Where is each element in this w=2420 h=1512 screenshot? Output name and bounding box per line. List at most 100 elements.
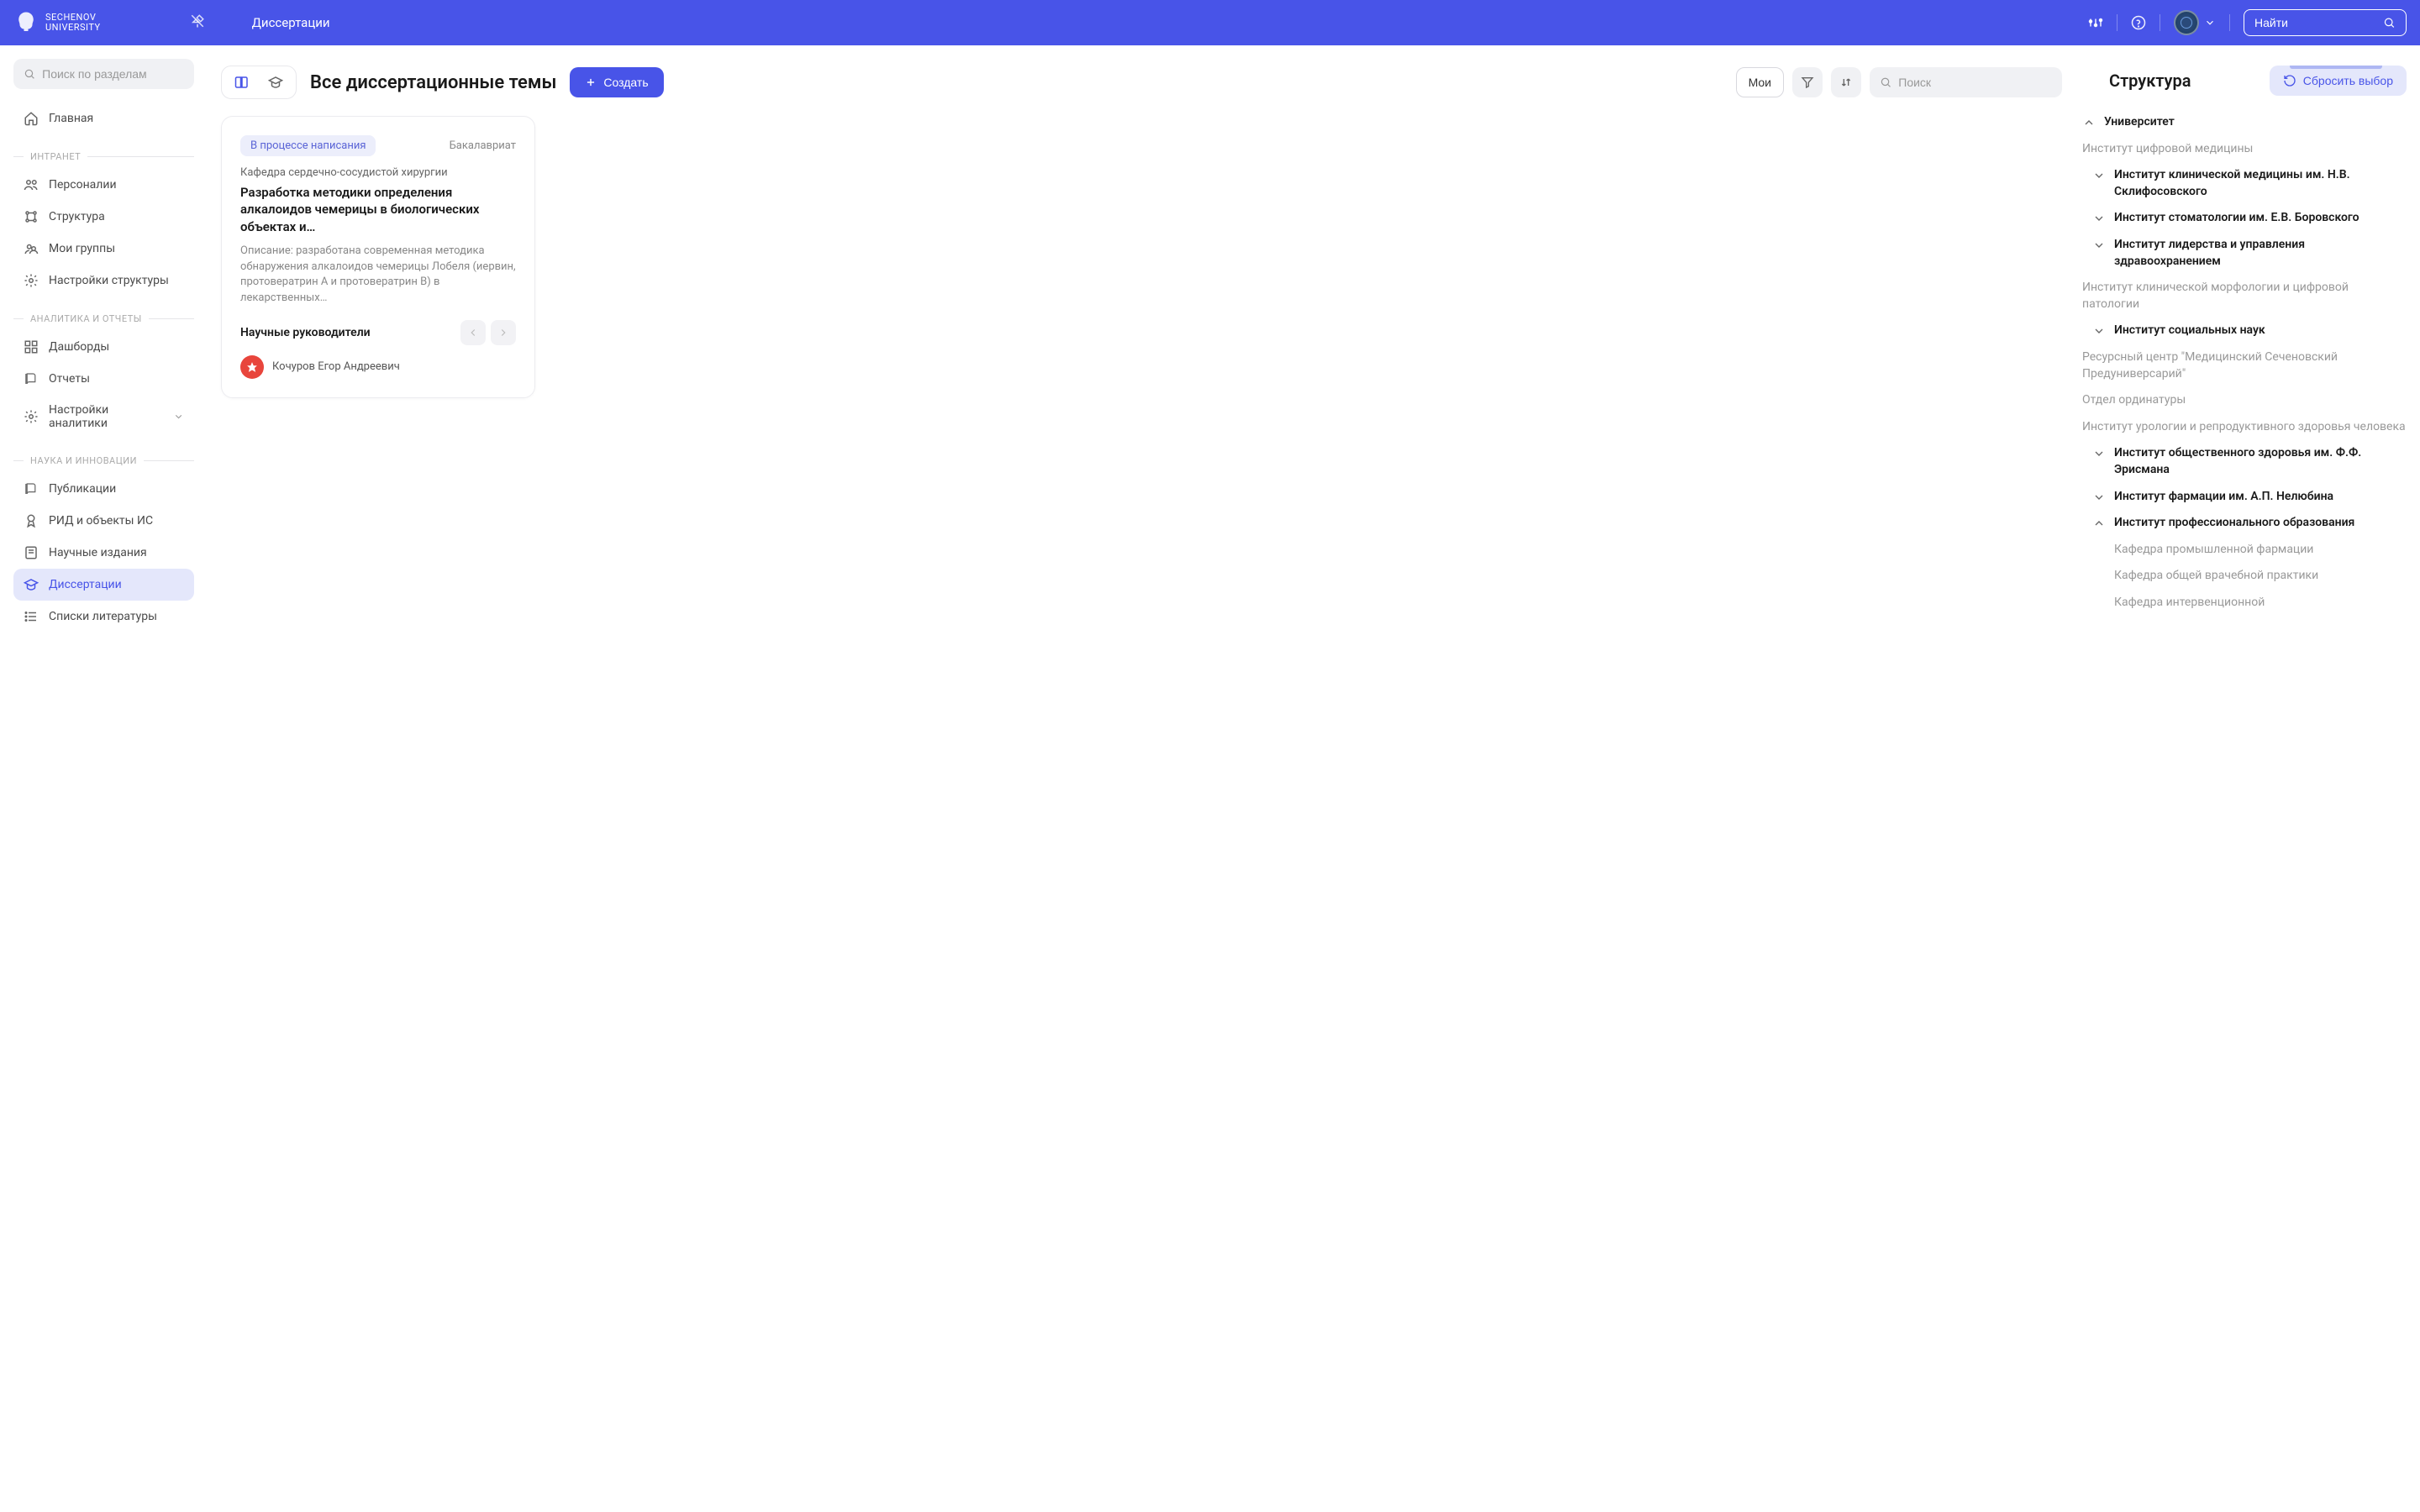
book-open-icon: [234, 75, 250, 90]
sidebar-item-списки-литературы[interactable]: Списки литературы: [13, 601, 194, 633]
tree-item[interactable]: Кафедра промышленной фармации: [2075, 537, 2407, 564]
sidebar-item-структура[interactable]: Структура: [13, 201, 194, 233]
tree-item[interactable]: Институт клинической медицины им. Н.В. С…: [2075, 162, 2407, 205]
tree-label: Институт общественного здоровья им. Ф.Ф.…: [2114, 445, 2407, 478]
tree-label: Институт профессионального образования: [2114, 515, 2354, 532]
sort-button[interactable]: [1831, 67, 1861, 97]
list-icon: [24, 609, 39, 624]
filter-button[interactable]: [1792, 67, 1823, 97]
home-icon: [24, 111, 39, 126]
sidebar-item-главная[interactable]: Главная: [13, 102, 194, 134]
sort-icon: [1839, 76, 1853, 89]
sidebar-item-мои-группы[interactable]: Мои группы: [13, 233, 194, 265]
tree-item[interactable]: Институт профессионального образования: [2075, 510, 2407, 537]
chevron-down-icon: [2204, 17, 2216, 29]
global-search[interactable]: [2244, 9, 2407, 36]
tree-item[interactable]: Институт стоматологии им. Е.В. Боровског…: [2075, 205, 2407, 232]
tree-item[interactable]: Институт цифровой медицины: [2075, 136, 2407, 163]
sidebar-item-label: Отчеты: [49, 372, 90, 386]
tree-item[interactable]: Институт урологии и репродуктивного здор…: [2075, 414, 2407, 441]
dashboard-icon: [24, 339, 39, 354]
header-title: Диссертации: [252, 15, 330, 30]
create-button[interactable]: Создать: [570, 67, 663, 97]
app-header: SECHENOV UNIVERSITY Диссертации: [0, 0, 2420, 45]
sidebar: Главная ИНТРАНЕТ Персоналии Структура Мои гр…: [0, 45, 208, 1512]
tree-label: Институт фармации им. А.П. Нелюбина: [2114, 489, 2333, 506]
tree-item[interactable]: Кафедра интервенционной: [2075, 590, 2407, 617]
divider: [2229, 14, 2230, 31]
main-content: Все диссертационные темы Создать Мои: [221, 66, 2062, 1492]
sidebar-item-настройки-аналитики[interactable]: Настройки аналитики: [13, 395, 194, 438]
tree-item[interactable]: Кафедра общей врачебной практики: [2075, 563, 2407, 590]
avatar: [2174, 10, 2199, 35]
sidebar-item-отчеты[interactable]: Отчеты: [13, 363, 194, 395]
mine-filter-button[interactable]: Мои: [1736, 67, 1784, 97]
graduation-icon: [24, 577, 39, 592]
chevron-down-icon: [2092, 169, 2106, 182]
tree-item[interactable]: Институт фармации им. А.П. Нелюбина: [2075, 484, 2407, 511]
content-search-input[interactable]: [1898, 76, 2052, 89]
tree-item[interactable]: Институт социальных наук: [2075, 318, 2407, 344]
tree-item[interactable]: Ресурсный центр "Медицинский Сеченовский…: [2075, 344, 2407, 387]
settings-button[interactable]: [2088, 15, 2103, 30]
prev-supervisor-button[interactable]: [460, 320, 486, 345]
sidebar-item-публикации[interactable]: Публикации: [13, 473, 194, 505]
content-search[interactable]: [1870, 67, 2062, 97]
search-icon: [24, 67, 35, 81]
sidebar-item-научные-издания[interactable]: Научные издания: [13, 537, 194, 569]
tree-label: Кафедра общей врачебной практики: [2114, 568, 2318, 585]
tree-root[interactable]: Университет: [2075, 109, 2407, 136]
tree-label: Институт социальных наук: [2114, 323, 2265, 339]
tree-label: Институт стоматологии им. Е.В. Боровског…: [2114, 210, 2360, 227]
tree-item[interactable]: Институт общественного здоровья им. Ф.Ф.…: [2075, 440, 2407, 483]
sidebar-item-label: Мои группы: [49, 242, 115, 255]
help-button[interactable]: [2131, 15, 2146, 30]
sidebar-item-label: Настройки аналитики: [49, 403, 163, 430]
gear-icon: [24, 409, 39, 424]
search-icon: [2383, 16, 2396, 29]
book-icon: [24, 371, 39, 386]
sidebar-item-label: Персоналии: [49, 178, 117, 192]
sidebar-item-label: Дашборды: [49, 340, 109, 354]
sidebar-search[interactable]: [13, 59, 194, 89]
sidebar-item-рид-и-объекты-ис[interactable]: РИД и объекты ИС: [13, 505, 194, 537]
tree-item[interactable]: Институт клинической морфологии и цифров…: [2075, 275, 2407, 318]
search-icon: [1880, 76, 1891, 89]
tree-item[interactable]: Институт лидерства и управления здравоох…: [2075, 232, 2407, 275]
view-cards-button[interactable]: [225, 70, 259, 95]
sidebar-item-персоналии[interactable]: Персоналии: [13, 169, 194, 201]
sidebar-item-дашборды[interactable]: Дашборды: [13, 331, 194, 363]
card-description: Описание: разработана современная методи…: [240, 244, 516, 307]
gear-icon: [24, 273, 39, 288]
graduation-icon: [268, 75, 283, 90]
sidebar-search-input[interactable]: [42, 67, 184, 81]
divider: [2117, 14, 2118, 31]
logo[interactable]: SECHENOV UNIVERSITY: [13, 10, 101, 35]
groups-icon: [24, 241, 39, 256]
tree-label: Кафедра интервенционной: [2114, 595, 2265, 612]
sidebar-item-label: Публикации: [49, 482, 116, 496]
tree-item[interactable]: Отдел ординатуры: [2075, 387, 2407, 414]
reset-label: Сбросить выбор: [2303, 74, 2393, 87]
view-list-button[interactable]: [259, 70, 292, 95]
reset-selection-button[interactable]: Сбросить выбор: [2270, 66, 2407, 96]
next-supervisor-button[interactable]: [491, 320, 516, 345]
pin-button[interactable]: [190, 13, 205, 32]
user-menu[interactable]: [2174, 10, 2216, 35]
dissertation-card[interactable]: В процессе написания Бакалавриат Кафедра…: [221, 116, 535, 398]
chevron-right-icon: [497, 327, 509, 339]
chevron-down-icon: [173, 411, 184, 423]
sidebar-item-label: Диссертации: [49, 578, 122, 591]
sidebar-item-label: Главная: [49, 112, 93, 125]
global-search-input[interactable]: [2254, 16, 2383, 29]
tree-label: Кафедра промышленной фармации: [2114, 542, 2313, 559]
sidebar-item-диссертации[interactable]: Диссертации: [13, 569, 194, 601]
brain-logo-icon: [13, 10, 39, 35]
sidebar-item-настройки-структуры[interactable]: Настройки структуры: [13, 265, 194, 297]
section-label: ИНТРАНЕТ: [30, 151, 81, 162]
chevron-left-icon: [467, 327, 479, 339]
structure-icon: [24, 209, 39, 224]
supervisor-item[interactable]: Кочуров Егор Андреевич: [240, 355, 516, 379]
tree-label: Институт цифровой медицины: [2082, 141, 2253, 158]
card-title: Разработка методики определения алкалоид…: [240, 184, 516, 235]
